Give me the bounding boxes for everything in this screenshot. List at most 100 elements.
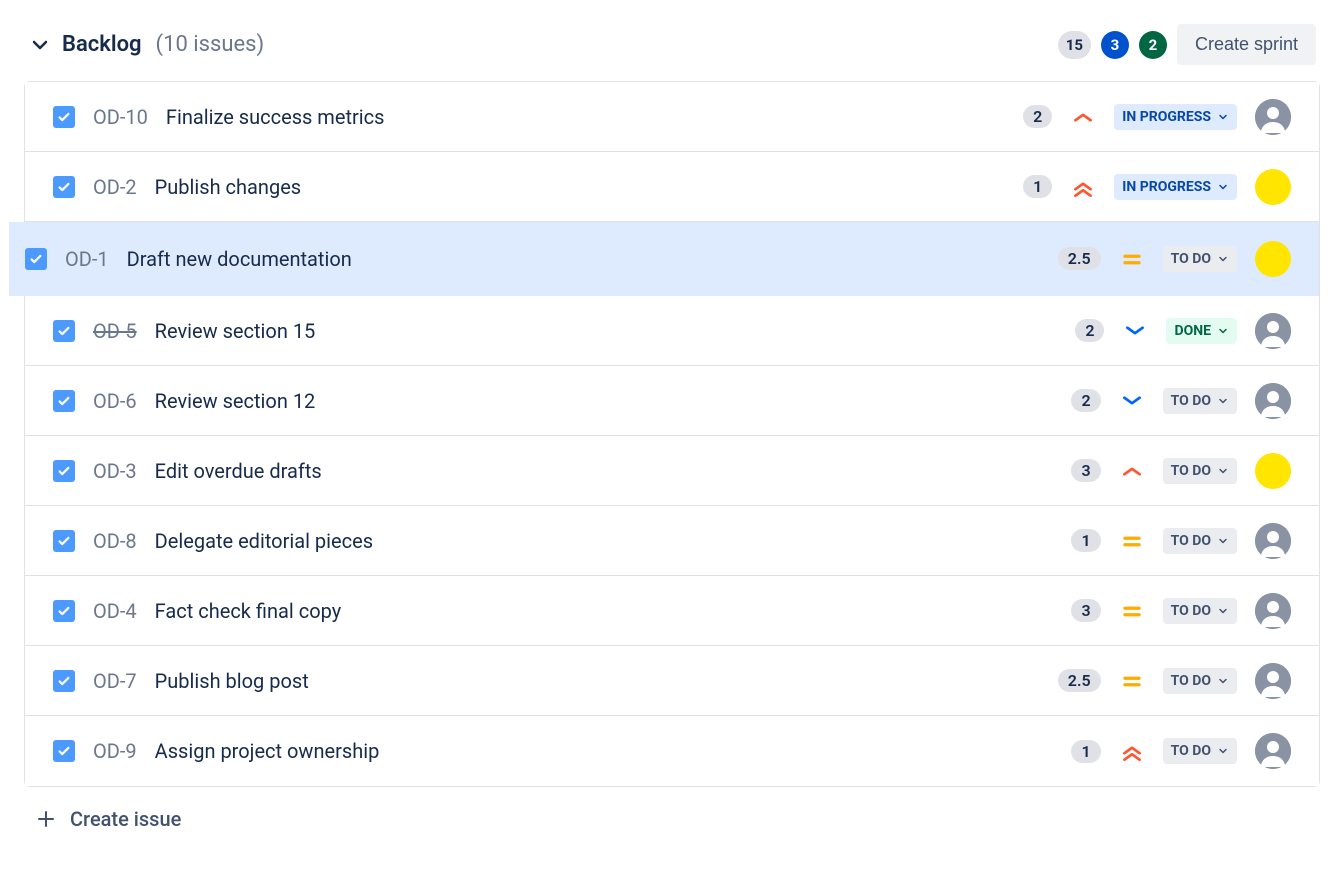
story-points[interactable]: 3 bbox=[1071, 599, 1100, 622]
story-points[interactable]: 3 bbox=[1071, 459, 1100, 482]
task-type-icon[interactable] bbox=[53, 670, 75, 692]
story-points[interactable]: 1 bbox=[1023, 175, 1052, 198]
issue-row[interactable]: OD-5 Review section 15 2 DONE bbox=[25, 296, 1319, 366]
status-dropdown[interactable]: TO DO bbox=[1163, 668, 1237, 694]
issue-summary[interactable]: Publish blog post bbox=[155, 669, 1040, 693]
status-dropdown[interactable]: TO DO bbox=[1163, 388, 1237, 414]
priority-icon[interactable] bbox=[1119, 246, 1145, 272]
issue-summary[interactable]: Draft new documentation bbox=[127, 247, 1040, 271]
story-points[interactable]: 2 bbox=[1071, 389, 1100, 412]
status-count-todo[interactable]: 15 bbox=[1058, 31, 1091, 59]
issue-key[interactable]: OD-1 bbox=[65, 247, 109, 271]
create-issue-label: Create issue bbox=[70, 807, 181, 831]
issue-key[interactable]: OD-4 bbox=[93, 599, 137, 623]
assignee-avatar-unassigned[interactable] bbox=[1255, 313, 1291, 349]
status-label: TO DO bbox=[1171, 463, 1211, 479]
assignee-avatar-unassigned[interactable] bbox=[1255, 383, 1291, 419]
issue-summary[interactable]: Fact check final copy bbox=[155, 599, 1054, 623]
create-sprint-button[interactable]: Create sprint bbox=[1177, 24, 1316, 65]
assignee-avatar[interactable] bbox=[1255, 453, 1291, 489]
status-label: DONE bbox=[1174, 323, 1211, 339]
story-points[interactable]: 2 bbox=[1023, 105, 1052, 128]
task-type-icon[interactable] bbox=[53, 106, 75, 128]
issue-row[interactable]: OD-4 Fact check final copy 3 TO DO bbox=[25, 576, 1319, 646]
priority-icon[interactable] bbox=[1119, 528, 1145, 554]
status-label: TO DO bbox=[1171, 251, 1211, 267]
assignee-avatar-unassigned[interactable] bbox=[1255, 99, 1291, 135]
task-type-icon[interactable] bbox=[53, 176, 75, 198]
create-issue-button[interactable]: Create issue bbox=[24, 787, 1320, 835]
status-label: TO DO bbox=[1171, 393, 1211, 409]
status-dropdown[interactable]: IN PROGRESS bbox=[1114, 174, 1237, 200]
status-count-done[interactable]: 2 bbox=[1139, 31, 1167, 59]
issue-summary[interactable]: Assign project ownership bbox=[155, 739, 1054, 763]
header-right: 15 3 2 Create sprint bbox=[1058, 24, 1316, 65]
priority-icon[interactable] bbox=[1119, 598, 1145, 624]
status-label: TO DO bbox=[1171, 673, 1211, 689]
status-dropdown[interactable]: TO DO bbox=[1163, 528, 1237, 554]
issue-row[interactable]: OD-8 Delegate editorial pieces 1 TO DO bbox=[25, 506, 1319, 576]
story-points[interactable]: 2 bbox=[1075, 319, 1104, 342]
status-dropdown[interactable]: IN PROGRESS bbox=[1114, 104, 1237, 130]
issue-row[interactable]: OD-7 Publish blog post 2.5 TO DO bbox=[25, 646, 1319, 716]
issue-row[interactable]: OD-10 Finalize success metrics 2 IN PROGRES… bbox=[25, 82, 1319, 152]
issue-key[interactable]: OD-7 bbox=[93, 669, 137, 693]
story-points[interactable]: 1 bbox=[1071, 740, 1100, 763]
task-type-icon[interactable] bbox=[25, 248, 47, 270]
issue-row[interactable]: OD-3 Edit overdue drafts 3 TO DO bbox=[25, 436, 1319, 506]
issue-list: OD-10 Finalize success metrics 2 IN PROGRES… bbox=[24, 81, 1320, 787]
assignee-avatar[interactable] bbox=[1255, 169, 1291, 205]
backlog-header: Backlog (10 issues) 15 3 2 Create sprint bbox=[24, 20, 1320, 81]
issue-key[interactable]: OD-10 bbox=[93, 105, 148, 129]
assignee-avatar-unassigned[interactable] bbox=[1255, 733, 1291, 769]
task-type-icon[interactable] bbox=[53, 600, 75, 622]
issue-summary[interactable]: Finalize success metrics bbox=[166, 105, 1005, 129]
story-points[interactable]: 1 bbox=[1071, 529, 1100, 552]
priority-icon[interactable] bbox=[1122, 318, 1148, 344]
task-type-icon[interactable] bbox=[53, 530, 75, 552]
issue-row[interactable]: OD-6 Review section 12 2 TO DO bbox=[25, 366, 1319, 436]
status-dropdown[interactable]: TO DO bbox=[1163, 246, 1237, 272]
priority-icon[interactable] bbox=[1070, 104, 1096, 130]
issue-summary[interactable]: Publish changes bbox=[155, 175, 1005, 199]
status-dropdown[interactable]: TO DO bbox=[1163, 598, 1237, 624]
story-points[interactable]: 2.5 bbox=[1058, 247, 1101, 270]
issue-row[interactable]: OD-1 Draft new documentation 2.5 TO DO bbox=[9, 222, 1319, 296]
task-type-icon[interactable] bbox=[53, 740, 75, 762]
priority-icon[interactable] bbox=[1119, 458, 1145, 484]
issue-summary[interactable]: Edit overdue drafts bbox=[155, 459, 1054, 483]
task-type-icon[interactable] bbox=[53, 460, 75, 482]
status-label: IN PROGRESS bbox=[1122, 109, 1211, 125]
issue-row[interactable]: OD-9 Assign project ownership 1 TO DO bbox=[25, 716, 1319, 786]
status-label: IN PROGRESS bbox=[1122, 179, 1211, 195]
status-dropdown[interactable]: TO DO bbox=[1163, 738, 1237, 764]
issue-key[interactable]: OD-2 bbox=[93, 175, 137, 199]
assignee-avatar-unassigned[interactable] bbox=[1255, 523, 1291, 559]
priority-icon[interactable] bbox=[1119, 388, 1145, 414]
plus-icon bbox=[34, 807, 58, 831]
status-count-inprogress[interactable]: 3 bbox=[1101, 31, 1129, 59]
issue-key[interactable]: OD-5 bbox=[93, 319, 137, 343]
story-points[interactable]: 2.5 bbox=[1058, 669, 1101, 692]
priority-icon[interactable] bbox=[1119, 738, 1145, 764]
issue-summary[interactable]: Review section 12 bbox=[155, 389, 1054, 413]
status-label: TO DO bbox=[1171, 533, 1211, 549]
collapse-toggle[interactable] bbox=[28, 33, 52, 57]
priority-icon[interactable] bbox=[1119, 668, 1145, 694]
status-dropdown[interactable]: TO DO bbox=[1163, 458, 1237, 484]
issue-summary[interactable]: Review section 15 bbox=[155, 319, 1058, 343]
status-dropdown[interactable]: DONE bbox=[1166, 318, 1237, 344]
task-type-icon[interactable] bbox=[53, 320, 75, 342]
issue-row[interactable]: OD-2 Publish changes 1 IN PROGRESS bbox=[25, 152, 1319, 222]
issue-key[interactable]: OD-6 bbox=[93, 389, 137, 413]
assignee-avatar[interactable] bbox=[1255, 241, 1291, 277]
task-type-icon[interactable] bbox=[53, 390, 75, 412]
header-left: Backlog (10 issues) bbox=[28, 32, 264, 57]
assignee-avatar-unassigned[interactable] bbox=[1255, 593, 1291, 629]
assignee-avatar-unassigned[interactable] bbox=[1255, 663, 1291, 699]
issue-summary[interactable]: Delegate editorial pieces bbox=[155, 529, 1054, 553]
issue-key[interactable]: OD-3 bbox=[93, 459, 137, 483]
priority-icon[interactable] bbox=[1070, 174, 1096, 200]
issue-key[interactable]: OD-9 bbox=[93, 739, 137, 763]
issue-key[interactable]: OD-8 bbox=[93, 529, 137, 553]
